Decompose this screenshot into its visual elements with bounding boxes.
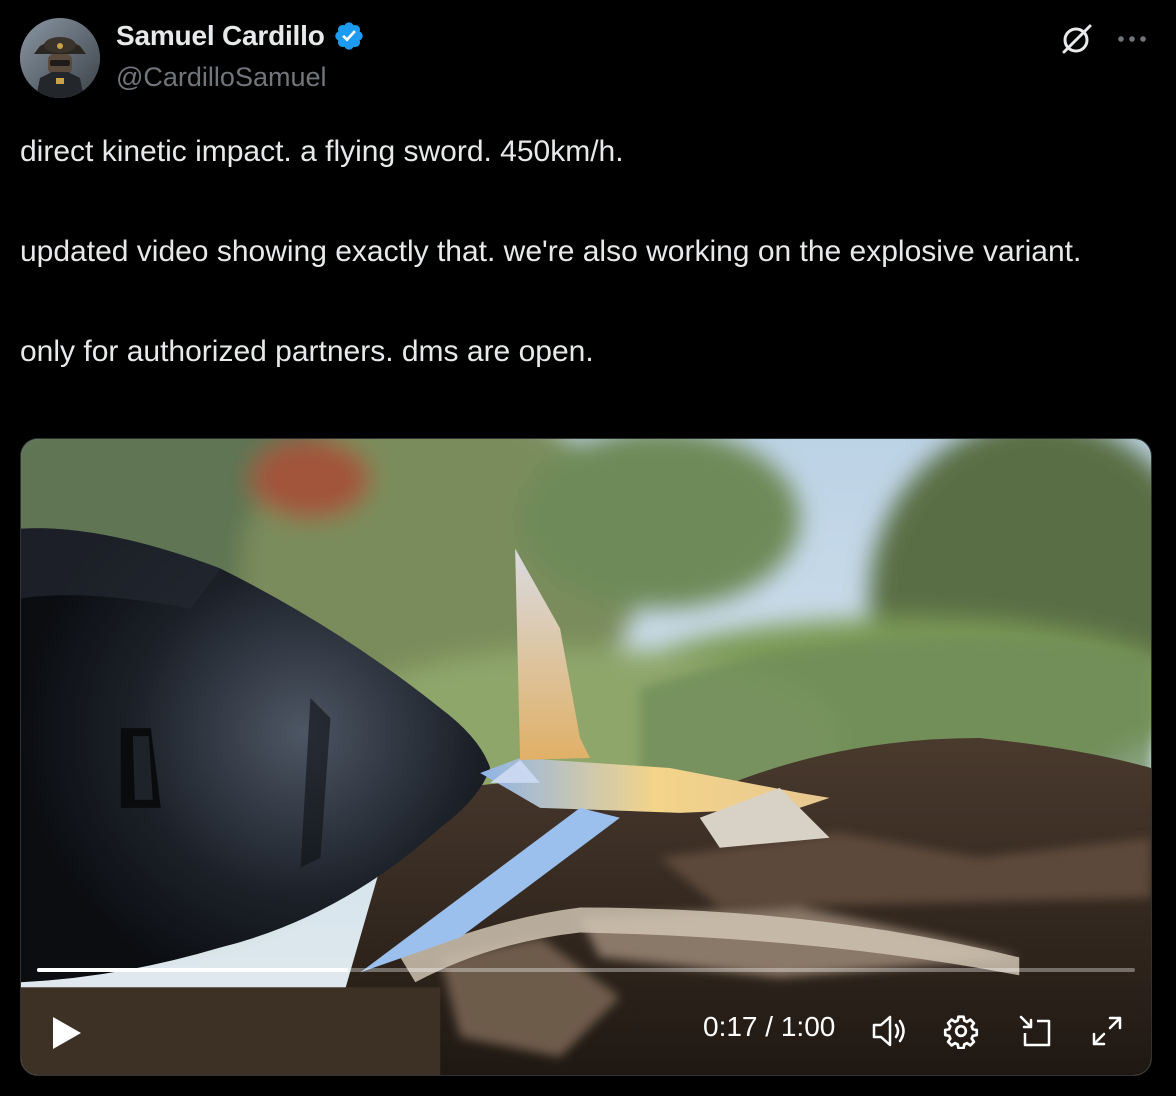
volume-button[interactable]: [869, 1011, 909, 1051]
author-name-row: Samuel Cardillo: [116, 20, 365, 52]
author-handle[interactable]: @CardilloSamuel: [116, 62, 327, 93]
author-display-name[interactable]: Samuel Cardillo: [116, 20, 325, 52]
tweet-paragraph: direct kinetic impact. a flying sword. 4…: [20, 135, 624, 168]
video-time-separator: /: [765, 1011, 774, 1042]
fullscreen-icon: [1092, 1016, 1122, 1046]
video-player[interactable]: 0:17 / 1:00: [20, 438, 1152, 1076]
grok-icon: [1062, 24, 1092, 54]
video-current-time: 0:17: [703, 1011, 758, 1042]
video-frame: [21, 439, 1151, 1075]
minimize-button[interactable]: [1015, 1011, 1055, 1051]
grok-button[interactable]: [1056, 18, 1098, 60]
settings-button[interactable]: [941, 1011, 981, 1051]
gear-icon: [943, 1015, 979, 1049]
play-button[interactable]: [47, 1013, 87, 1053]
avatar-image: [20, 18, 100, 98]
volume-icon: [872, 1015, 905, 1047]
tweet-paragraph: only for authorized partners. dms are op…: [20, 335, 594, 368]
tweet-paragraph: updated video showing exactly that. we'r…: [20, 235, 1082, 268]
video-controls: 0:17 / 1:00: [21, 999, 1151, 1059]
more-button[interactable]: [1110, 18, 1154, 60]
video-timestamp: 0:17 / 1:00: [703, 1011, 835, 1043]
tweet-text: direct kinetic impact. a flying sword. 4…: [20, 130, 1156, 374]
minimize-icon: [1019, 1015, 1051, 1047]
verified-badge-icon: [333, 20, 365, 52]
video-duration: 1:00: [780, 1011, 836, 1042]
video-progress-bar[interactable]: [37, 968, 1135, 972]
fullscreen-button[interactable]: [1087, 1011, 1127, 1051]
avatar[interactable]: [20, 18, 100, 98]
post: Samuel Cardillo @CardilloSamuel direct k…: [0, 0, 1176, 1096]
play-icon: [53, 1017, 81, 1049]
video-progress-fill: [37, 968, 348, 972]
more-icon: [1118, 36, 1146, 42]
